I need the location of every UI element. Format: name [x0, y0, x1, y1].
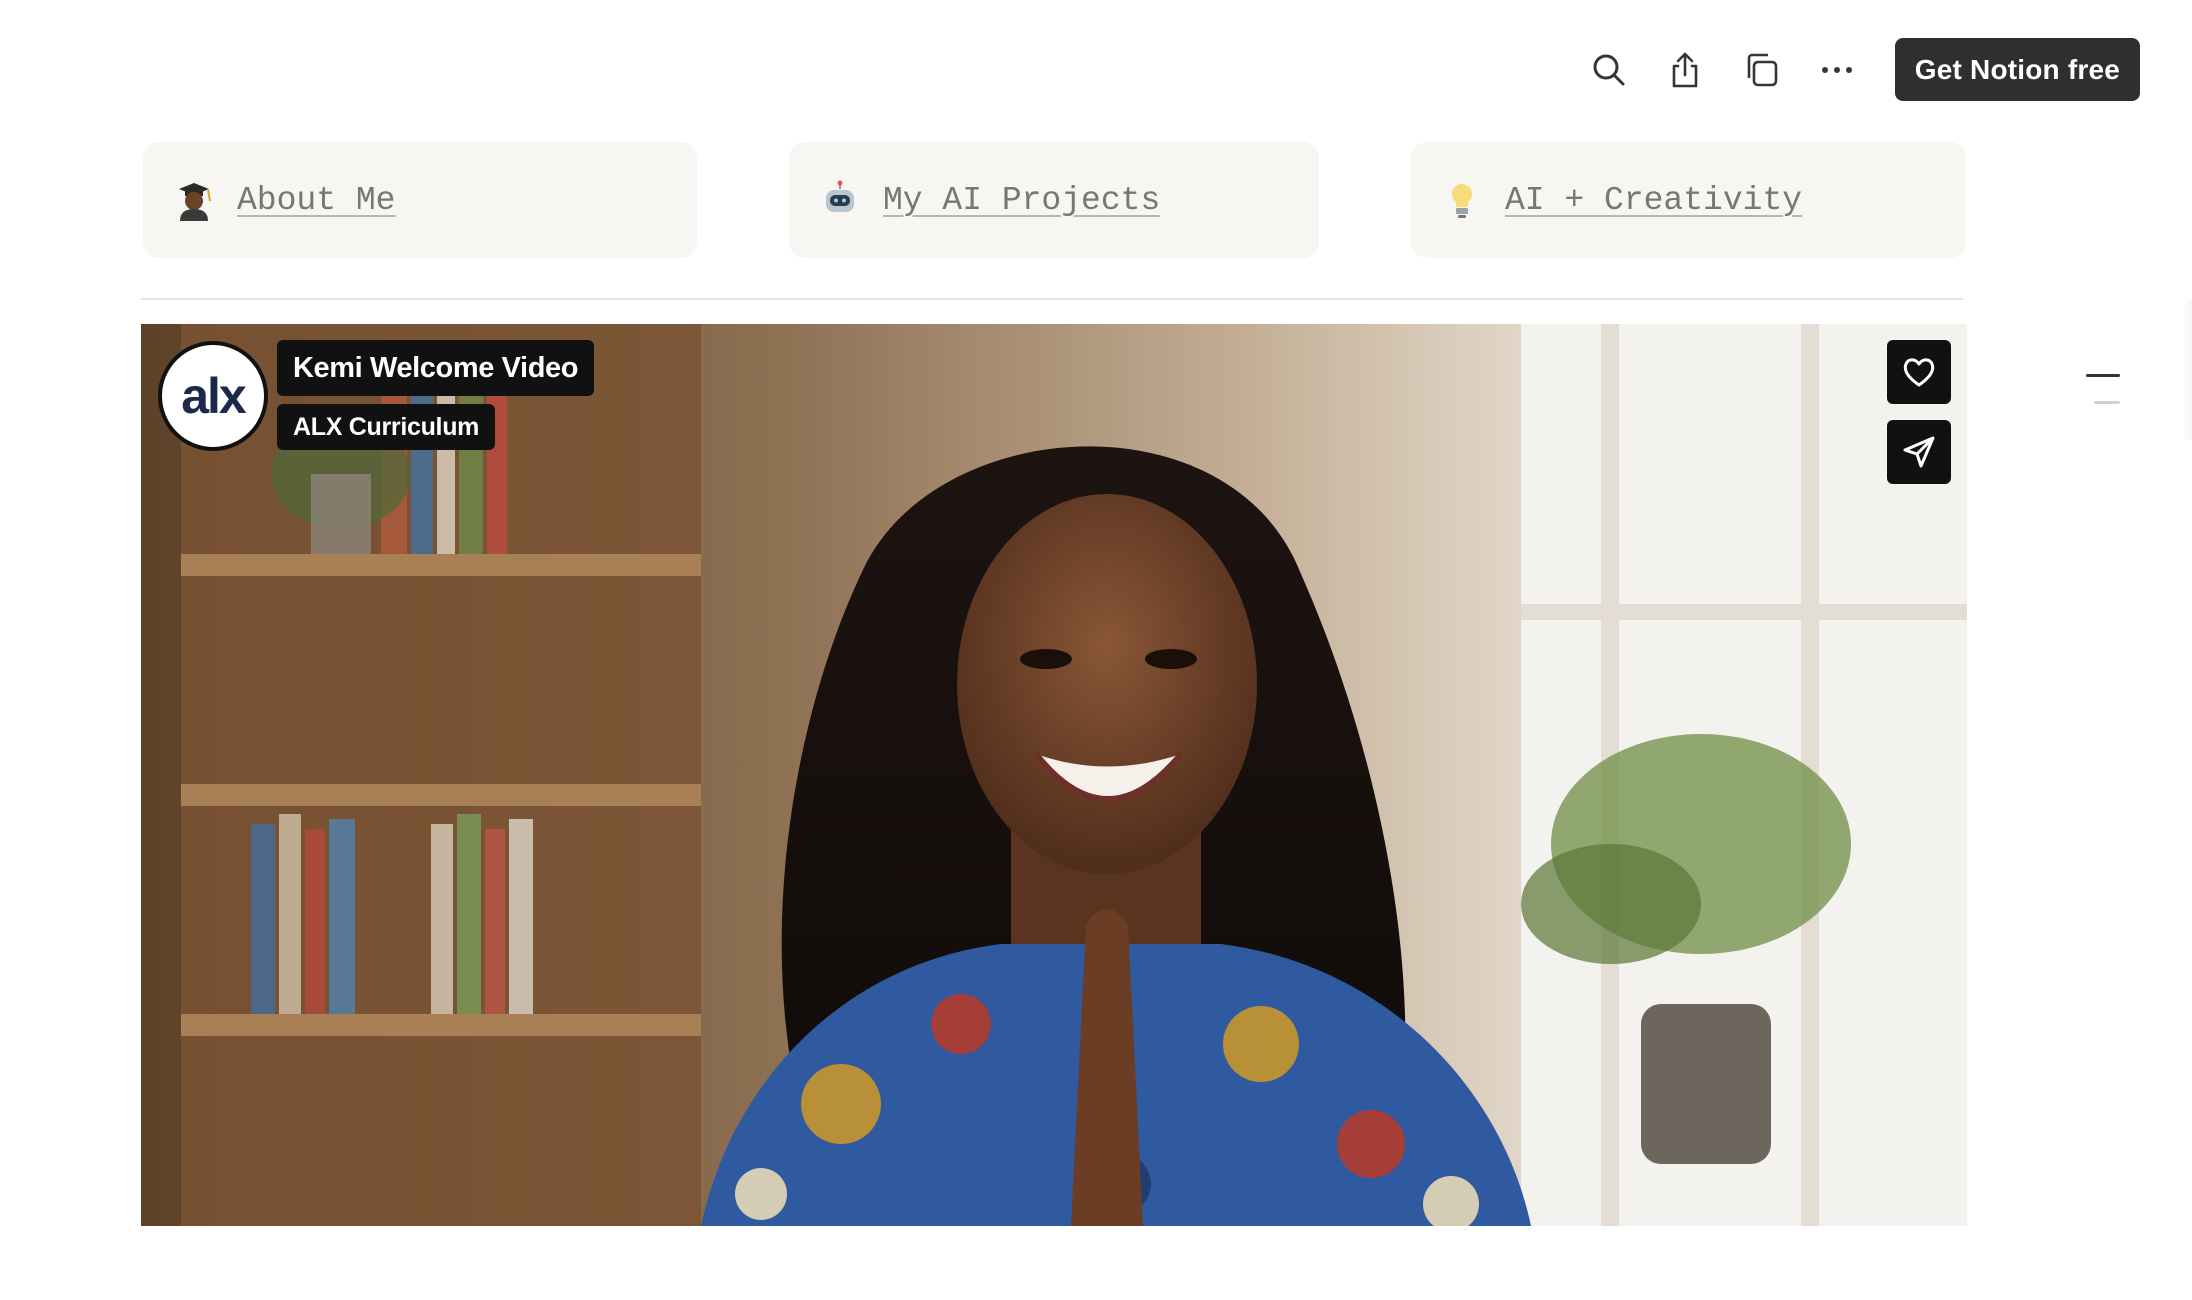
duplicate-button[interactable] [1731, 40, 1791, 100]
card-label: My AI Projects [883, 181, 1161, 219]
share-video-button[interactable] [1887, 420, 1951, 484]
heart-icon [1903, 358, 1935, 387]
robot-emoji-icon [817, 177, 863, 223]
card-ai-creativity[interactable]: AI + Creativity [1411, 142, 1966, 258]
video-title[interactable]: Kemi Welcome Video [277, 340, 595, 396]
student-emoji-icon [171, 177, 217, 223]
page-outline-indicator[interactable] [2086, 374, 2122, 404]
top-bar: Get Notion free [1579, 38, 2140, 101]
card-my-ai-projects[interactable]: My AI Projects [789, 142, 1319, 258]
divider [141, 298, 1963, 300]
video-channel-name[interactable]: ALX Curriculum [277, 404, 496, 450]
send-icon [1903, 436, 1935, 468]
get-notion-free-button[interactable]: Get Notion free [1894, 38, 2140, 101]
lightbulb-emoji-icon [1439, 177, 1485, 223]
video-frame-image [141, 324, 1967, 1226]
search-icon [1593, 54, 1625, 85]
share-icon [1672, 52, 1698, 87]
share-button[interactable] [1655, 40, 1715, 100]
search-button[interactable] [1579, 40, 1639, 100]
video-embed[interactable]: alx Kemi Welcome Video ALX Curriculum [141, 324, 1967, 1226]
notion-page: Get Notion free About Me My AI Projects … [0, 0, 2192, 1300]
like-button[interactable] [1887, 340, 1951, 404]
outline-line [2094, 401, 2120, 404]
more-icon [1821, 66, 1852, 73]
duplicate-icon [1747, 53, 1778, 86]
channel-logo-text: alx [181, 368, 247, 424]
link-cards: About Me My AI Projects AI + Creativity [142, 142, 1966, 258]
more-button[interactable] [1807, 40, 1867, 100]
edge-shadow [2182, 300, 2192, 440]
outline-line-active [2086, 374, 2120, 377]
channel-logo[interactable]: alx [158, 341, 268, 451]
card-about-me[interactable]: About Me [143, 142, 697, 258]
card-label: AI + Creativity [1505, 181, 1803, 219]
card-label: About Me [237, 181, 396, 219]
